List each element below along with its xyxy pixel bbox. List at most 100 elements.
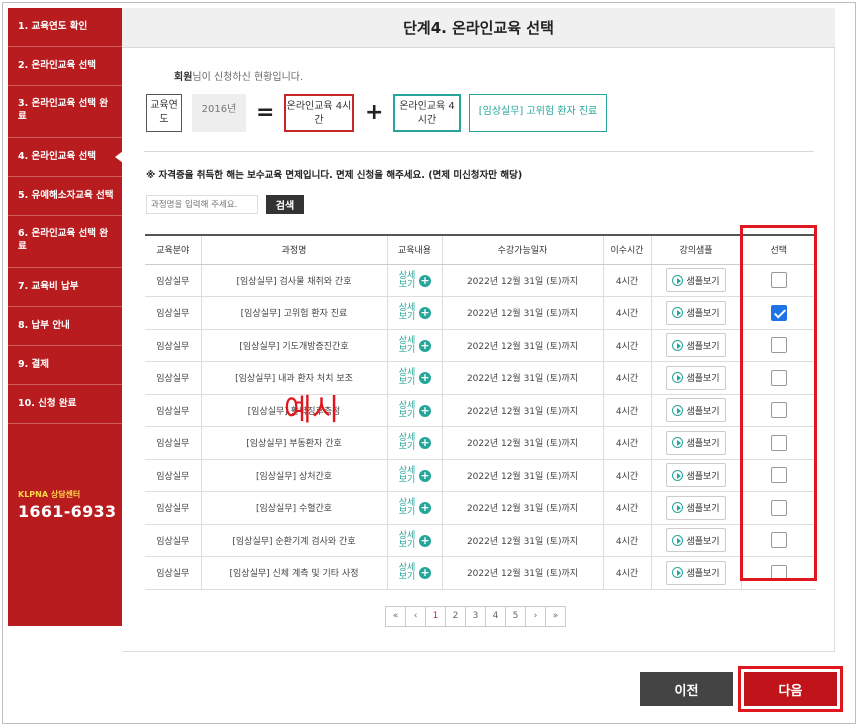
select-checkbox[interactable] bbox=[770, 272, 787, 289]
sample-button[interactable]: 샘플보기 bbox=[666, 365, 726, 390]
sample-cell: 샘플보기 bbox=[650, 264, 741, 297]
sample-label: 샘플보기 bbox=[686, 569, 720, 580]
content-cell: 상세보기 + bbox=[386, 329, 442, 362]
sample-button[interactable]: 샘플보기 bbox=[666, 495, 726, 520]
sample-button[interactable]: 샘플보기 bbox=[666, 430, 726, 455]
detail-button[interactable]: 상세보기 + bbox=[398, 531, 431, 550]
plus-icon: + bbox=[419, 371, 431, 385]
select-cell bbox=[740, 361, 816, 395]
first-page-button[interactable]: « bbox=[385, 606, 406, 627]
date-cell: 2022년 12월 31일 (토)까지 bbox=[441, 329, 603, 362]
course-name-cell: [임상실무] 고위험 환자 진료 bbox=[200, 296, 387, 330]
play-icon bbox=[672, 274, 684, 286]
detail-button[interactable]: 상세보기 + bbox=[398, 564, 431, 582]
play-icon bbox=[672, 567, 684, 579]
select-checkbox[interactable] bbox=[770, 337, 787, 354]
plus-icon: + bbox=[419, 468, 431, 482]
sidebar-item[interactable]: 1. 교육연도 확인 bbox=[8, 8, 122, 47]
select-checkbox[interactable] bbox=[770, 369, 787, 386]
column-header: 이수시간 bbox=[602, 234, 651, 265]
prev-button[interactable]: 이전 bbox=[640, 672, 733, 706]
sample-cell: 샘플보기 bbox=[650, 296, 741, 330]
detail-label: 상세보기 bbox=[398, 465, 416, 485]
sample-label: 샘플보기 bbox=[686, 276, 720, 287]
sample-button[interactable]: 샘플보기 bbox=[666, 333, 726, 358]
column-header: 교육내용 bbox=[386, 234, 442, 265]
play-icon bbox=[672, 372, 684, 384]
plus-icon: + bbox=[419, 273, 431, 287]
sidebar-item[interactable]: 10. 신청 완료 bbox=[8, 385, 122, 424]
column-header: 선택 bbox=[740, 234, 816, 265]
call-center: KLPNA 상담센터 1661-6933 bbox=[18, 489, 116, 521]
sample-button[interactable]: 샘플보기 bbox=[666, 463, 726, 488]
select-checkbox[interactable] bbox=[770, 564, 787, 581]
plus-icon: + bbox=[419, 501, 431, 515]
sidebar-item[interactable]: 2. 온라인교육 선택 bbox=[8, 47, 122, 86]
select-cell bbox=[740, 264, 816, 297]
prev-page-button[interactable]: ‹ bbox=[405, 606, 426, 627]
call-center-number: 1661-6933 bbox=[18, 502, 117, 521]
step-sidebar: 1. 교육연도 확인 2. 온라인교육 선택 3. 온라인교육 선택 완료 4. 온라… bbox=[8, 8, 123, 626]
detail-button[interactable]: 상세보기 + bbox=[398, 336, 431, 355]
detail-button[interactable]: 상세보기 + bbox=[398, 304, 431, 322]
sidebar-item[interactable]: 6. 온라인교육 선택 완료 bbox=[8, 216, 122, 268]
sidebar-item[interactable]: 8. 납부 안내 bbox=[8, 307, 122, 346]
play-icon bbox=[672, 502, 684, 514]
sample-label: 샘플보기 bbox=[686, 406, 720, 417]
sample-button[interactable]: 샘플보기 bbox=[666, 398, 726, 423]
sample-cell: 샘플보기 bbox=[650, 426, 741, 460]
sample-cell: 샘플보기 bbox=[650, 556, 741, 590]
date-cell: 2022년 12월 31일 (토)까지 bbox=[441, 296, 603, 330]
sample-cell: 샘플보기 bbox=[650, 491, 741, 525]
sample-button[interactable]: 샘플보기 bbox=[666, 560, 726, 585]
detail-button[interactable]: 상세보기 + bbox=[398, 401, 431, 420]
step-list: 1. 교육연도 확인 2. 온라인교육 선택 3. 온라인교육 선택 완료 4. 온라… bbox=[8, 8, 123, 424]
sample-button[interactable]: 샘플보기 bbox=[666, 528, 726, 553]
select-checkbox[interactable] bbox=[770, 499, 787, 516]
sidebar-item[interactable]: 7. 교육비 납부 bbox=[8, 268, 122, 307]
sidebar-item[interactable]: 9. 결제 bbox=[8, 346, 122, 385]
sidebar-item-label: 4. 온라인교육 선택 bbox=[18, 151, 97, 162]
sample-label: 샘플보기 bbox=[686, 309, 720, 320]
plus-icon: + bbox=[419, 403, 431, 417]
page-number-button[interactable]: 4 bbox=[485, 606, 506, 627]
select-checkbox[interactable] bbox=[770, 434, 787, 451]
search-button[interactable]: 검색 bbox=[266, 195, 304, 214]
select-checkbox[interactable] bbox=[770, 467, 787, 484]
detail-button[interactable]: 상세보기 + bbox=[398, 434, 431, 452]
content-cell: 상세보기 + bbox=[386, 524, 442, 557]
select-checkbox[interactable] bbox=[770, 532, 787, 549]
sidebar-item[interactable]: 3. 온라인교육 선택 완료 bbox=[8, 86, 122, 138]
course-search-input[interactable] bbox=[146, 195, 258, 214]
detail-button[interactable]: 상세보기 + bbox=[398, 271, 431, 290]
call-center-label: KLPNA 상담센터 bbox=[18, 490, 81, 499]
sidebar-item[interactable]: 4. 온라인교육 선택 bbox=[8, 138, 123, 177]
course-table: 교육분야 과정명 교육내용 수강가능일자 이수시간 강의샘플 선택 임상실무 [임상실무] 검… bbox=[145, 234, 816, 590]
course-name-cell: [임상실무] 부동환자 간호 bbox=[200, 426, 387, 460]
required-hours-box: 온라인교육 4시간 bbox=[284, 94, 354, 132]
sample-button[interactable]: 샘플보기 bbox=[666, 268, 726, 293]
field-cell: 임상실무 bbox=[145, 491, 201, 525]
detail-label: 상세보기 bbox=[398, 498, 416, 518]
select-checkbox[interactable] bbox=[770, 402, 787, 419]
status-message: 님이 신청하신 현황입니다. bbox=[192, 72, 304, 83]
content-cell: 상세보기 + bbox=[386, 296, 442, 330]
detail-button[interactable]: 상세보기 + bbox=[398, 499, 431, 517]
play-icon bbox=[672, 469, 684, 481]
page-number-button[interactable]: 1 bbox=[425, 606, 446, 627]
select-checkbox[interactable] bbox=[770, 304, 787, 321]
hours-cell: 4시간 bbox=[602, 426, 651, 460]
last-page-button[interactable]: » bbox=[545, 606, 566, 627]
date-cell: 2022년 12월 31일 (토)까지 bbox=[441, 361, 603, 395]
sidebar-item[interactable]: 5. 유예해소자교육 선택 bbox=[8, 177, 122, 216]
detail-button[interactable]: 상세보기 + bbox=[398, 369, 431, 387]
detail-button[interactable]: 상세보기 + bbox=[398, 465, 431, 485]
page-number-button[interactable]: 5 bbox=[505, 606, 526, 627]
sample-button[interactable]: 샘플보기 bbox=[666, 300, 726, 325]
page-number-button[interactable]: 2 bbox=[445, 606, 466, 627]
next-button[interactable]: 다음 bbox=[744, 672, 837, 706]
field-cell: 임상실무 bbox=[145, 394, 201, 427]
next-page-button[interactable]: › bbox=[525, 606, 546, 627]
page-number-button[interactable]: 3 bbox=[465, 606, 486, 627]
date-cell: 2022년 12월 31일 (토)까지 bbox=[441, 556, 603, 590]
